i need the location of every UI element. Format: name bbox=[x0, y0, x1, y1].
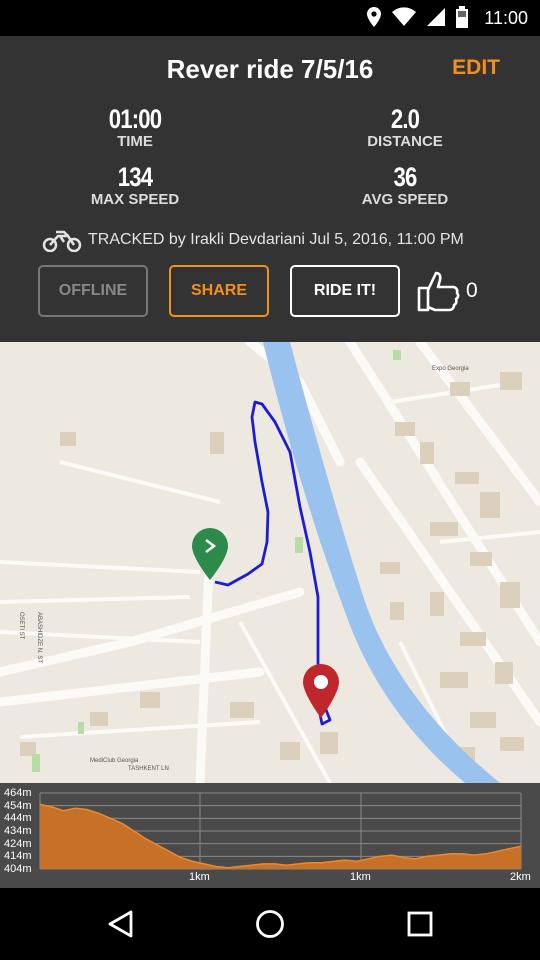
elevation-x-label: 2km bbox=[510, 871, 531, 883]
elevation-area bbox=[40, 804, 521, 869]
location-icon bbox=[367, 7, 381, 27]
stat-distance-value: 2.0 bbox=[390, 104, 420, 134]
recents-icon[interactable] bbox=[407, 911, 433, 937]
wifi-icon bbox=[392, 7, 416, 27]
route-map[interactable]: Expo Georgia ABASHIDZE N. ST OSETI ST TA… bbox=[0, 342, 540, 783]
ride-header: Rever ride 7/5/16 EDIT 01:00 TIME 2.0 DI… bbox=[0, 36, 540, 342]
battery-icon bbox=[456, 6, 468, 28]
elevation-y-label: 464m bbox=[4, 787, 32, 799]
stat-avg-speed-value: 36 bbox=[393, 162, 417, 192]
share-button[interactable]: SHARE bbox=[169, 265, 269, 317]
map-label-tashkent: TASHKENT LN bbox=[128, 766, 169, 772]
tracked-text: TRACKED by Irakli Devdariani Jul 5, 2016… bbox=[88, 231, 464, 248]
stat-distance-label: DISTANCE bbox=[367, 133, 443, 150]
back-icon[interactable] bbox=[108, 910, 133, 938]
stat-avg-speed: 36 AVG SPEED bbox=[320, 162, 490, 208]
elevation-y-label: 444m bbox=[4, 812, 32, 825]
elevation-y-label: 424m bbox=[4, 837, 32, 850]
elevation-y-label: 414m bbox=[4, 850, 32, 863]
elevation-x-label: 1km bbox=[350, 871, 371, 883]
stat-time-label: TIME bbox=[117, 133, 153, 150]
stat-distance: 2.0 DISTANCE bbox=[320, 104, 490, 150]
map-canvas: Expo Georgia ABASHIDZE N. ST OSETI ST TA… bbox=[0, 342, 540, 783]
elevation-x-label: 1km bbox=[189, 871, 210, 883]
elevation-plot bbox=[39, 792, 522, 870]
map-label-expo: Expo Georgia bbox=[432, 366, 469, 372]
like-count: 0 bbox=[466, 279, 478, 302]
stat-max-speed: 134 MAX SPEED bbox=[50, 162, 220, 208]
stat-time-value: 01:00 bbox=[108, 104, 162, 134]
map-pin-icon bbox=[314, 675, 328, 689]
nav-bar bbox=[0, 888, 540, 960]
stat-avg-speed-label: AVG SPEED bbox=[361, 191, 449, 208]
end-marker[interactable] bbox=[303, 664, 339, 718]
status-icons bbox=[366, 6, 468, 28]
thumbs-up-icon bbox=[417, 271, 460, 312]
offline-button[interactable]: OFFLINE bbox=[38, 265, 148, 317]
elevation-chart: 464m 454m 444m 434m 424m 414m 404m 1km 1km 2km bbox=[0, 783, 540, 888]
ride-it-button[interactable]: RIDE IT! bbox=[290, 265, 400, 317]
tracked-info: TRACKED by Irakli Devdariani Jul 5, 2016… bbox=[42, 228, 464, 252]
edit-button[interactable]: EDIT bbox=[452, 56, 500, 80]
signal-icon bbox=[427, 8, 445, 26]
stat-max-speed-value: 134 bbox=[117, 162, 153, 192]
like-button[interactable]: 0 bbox=[416, 268, 478, 314]
elevation-y-label: 404m bbox=[4, 863, 32, 875]
stat-max-speed-label: MAX SPEED bbox=[90, 191, 180, 208]
map-label-abashidze: ABASHIDZE N. ST bbox=[36, 612, 42, 663]
elevation-y-label: 454m bbox=[4, 799, 32, 812]
status-time: 11:00 bbox=[484, 8, 528, 28]
elevation-y-label: 434m bbox=[4, 825, 32, 837]
stat-time: 01:00 TIME bbox=[50, 104, 220, 150]
status-bar: 11:00 bbox=[0, 0, 540, 36]
home-icon[interactable] bbox=[256, 910, 284, 938]
map-label-mediclub: MediClub Georgia bbox=[90, 758, 139, 764]
map-label-oseti: OSETI ST bbox=[18, 612, 24, 640]
motorcycle-icon bbox=[42, 230, 82, 252]
